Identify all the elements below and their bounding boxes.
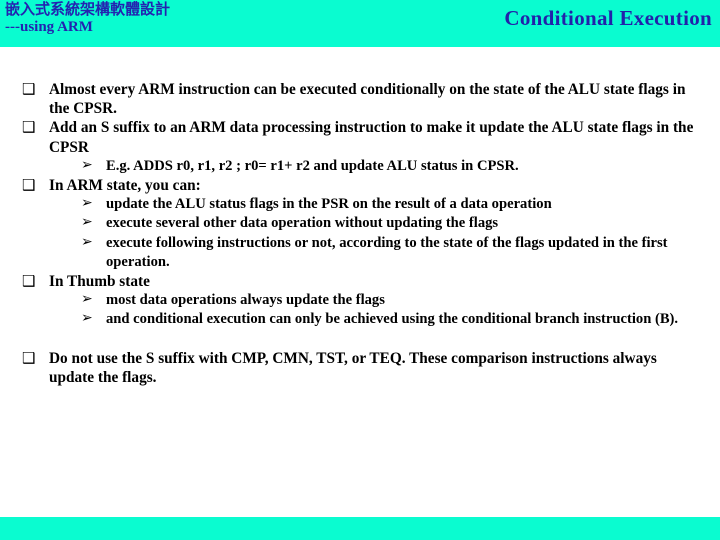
bullet-item: ❑ Add an S suffix to an ARM data processi… xyxy=(22,118,698,176)
bullet-text: In Thumb state xyxy=(49,273,150,291)
sub-bullet-item: ➢ update the ALU status flags in the PSR … xyxy=(81,195,698,214)
header-band: 嵌入式系統架構軟體設計 ---using ARM Conditional Exe… xyxy=(0,0,720,47)
sub-bullet-text: E.g. ADDS r0, r1, r2 ; r0= r1+ r2 and up… xyxy=(106,157,519,174)
sub-bullet-item: ➢ execute several other data operation wi… xyxy=(81,214,698,233)
square-bullet-icon: ❑ xyxy=(22,80,36,98)
bullet-text: In ARM state, you can: xyxy=(49,177,201,195)
page-title: Conditional Execution xyxy=(504,6,712,30)
sub-bullet-text: execute several other data operation wit… xyxy=(106,215,499,232)
sub-bullet-text: execute following instructions or not, a… xyxy=(106,234,668,270)
sub-bullet-text: and conditional execution can only be ac… xyxy=(106,311,679,328)
footer-band xyxy=(0,517,720,540)
square-bullet-icon: ❑ xyxy=(22,348,36,367)
bullet-list-level2: ➢ most data operations always update the … xyxy=(49,291,698,329)
bullet-item: ❑ Do not use the S suffix with CMP, CMN, … xyxy=(22,349,698,387)
arrow-bullet-icon: ➢ xyxy=(81,195,93,212)
bullet-item: ❑ In ARM state, you can: ➢ update the ALU s… xyxy=(22,176,698,272)
brand-block: 嵌入式系統架構軟體設計 ---using ARM xyxy=(5,0,170,35)
bullet-item: ❑ In Thumb state ➢ most data operations alw… xyxy=(22,272,698,330)
bullet-text: Almost every ARM instruction can be exec… xyxy=(49,81,686,118)
bullet-text: Add an S suffix to an ARM data processin… xyxy=(49,119,694,156)
bullet-list-level1: ❑ Almost every ARM instruction can be exe… xyxy=(22,80,698,387)
brand-title-chinese: 嵌入式系統架構軟體設計 xyxy=(5,0,171,18)
square-bullet-icon: ❑ xyxy=(22,272,36,291)
arrow-bullet-icon: ➢ xyxy=(81,214,93,231)
slide-body: ❑ Almost every ARM instruction can be exe… xyxy=(0,47,720,517)
arrow-bullet-icon: ➢ xyxy=(81,310,93,327)
brand-subtitle: ---using ARM xyxy=(5,19,93,35)
square-bullet-icon: ❑ xyxy=(22,176,36,195)
bullet-content: ❑ Almost every ARM instruction can be exe… xyxy=(22,80,698,387)
bullet-item: ❑ Almost every ARM instruction can be exe… xyxy=(22,80,698,118)
sub-bullet-item: ➢ most data operations always update the … xyxy=(81,291,698,310)
arrow-bullet-icon: ➢ xyxy=(81,291,93,308)
bullet-text: Do not use the S suffix with CMP, CMN, T… xyxy=(49,349,657,386)
slide: 嵌入式系統架構軟體設計 ---using ARM Conditional Exe… xyxy=(0,0,720,540)
sub-bullet-text: most data operations always update the f… xyxy=(106,292,385,309)
arrow-bullet-icon: ➢ xyxy=(81,233,93,250)
square-bullet-icon: ❑ xyxy=(22,118,36,137)
arrow-bullet-icon: ➢ xyxy=(81,156,93,173)
sub-bullet-item: ➢ E.g. ADDS r0, r1, r2 ; r0= r1+ r2 and u… xyxy=(81,157,698,176)
sub-bullet-item: ➢ execute following instructions or not, … xyxy=(81,234,698,272)
sub-bullet-text: update the ALU status flags in the PSR o… xyxy=(106,196,552,213)
bullet-list-level2: ➢ E.g. ADDS r0, r1, r2 ; r0= r1+ r2 and u… xyxy=(49,157,698,176)
bullet-list-level2: ➢ update the ALU status flags in the PSR … xyxy=(49,195,698,272)
sub-bullet-item: ➢ and conditional execution can only be a… xyxy=(81,310,698,329)
